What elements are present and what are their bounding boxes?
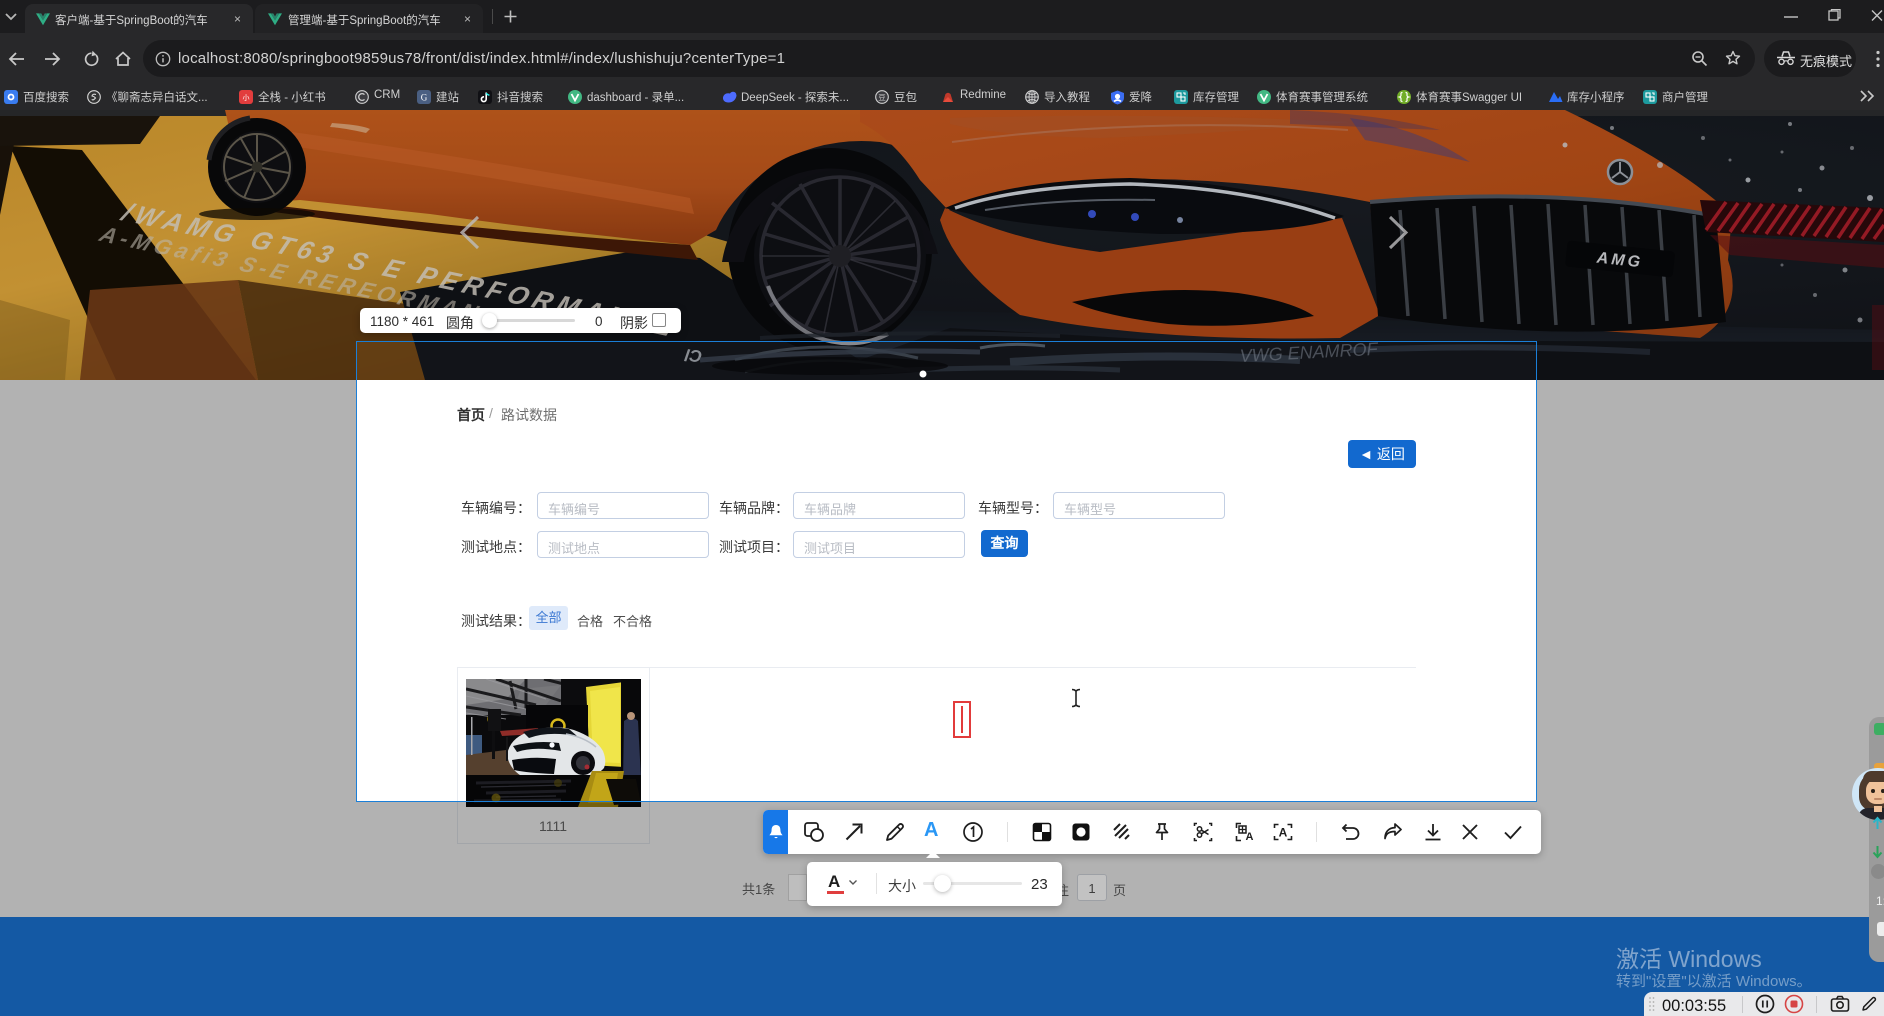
svg-text:G: G: [421, 93, 428, 103]
svg-text:A: A: [1246, 831, 1254, 843]
svg-text:A: A: [1279, 826, 1288, 840]
svg-text:小: 小: [243, 93, 250, 102]
svg-text:豆: 豆: [878, 93, 886, 102]
